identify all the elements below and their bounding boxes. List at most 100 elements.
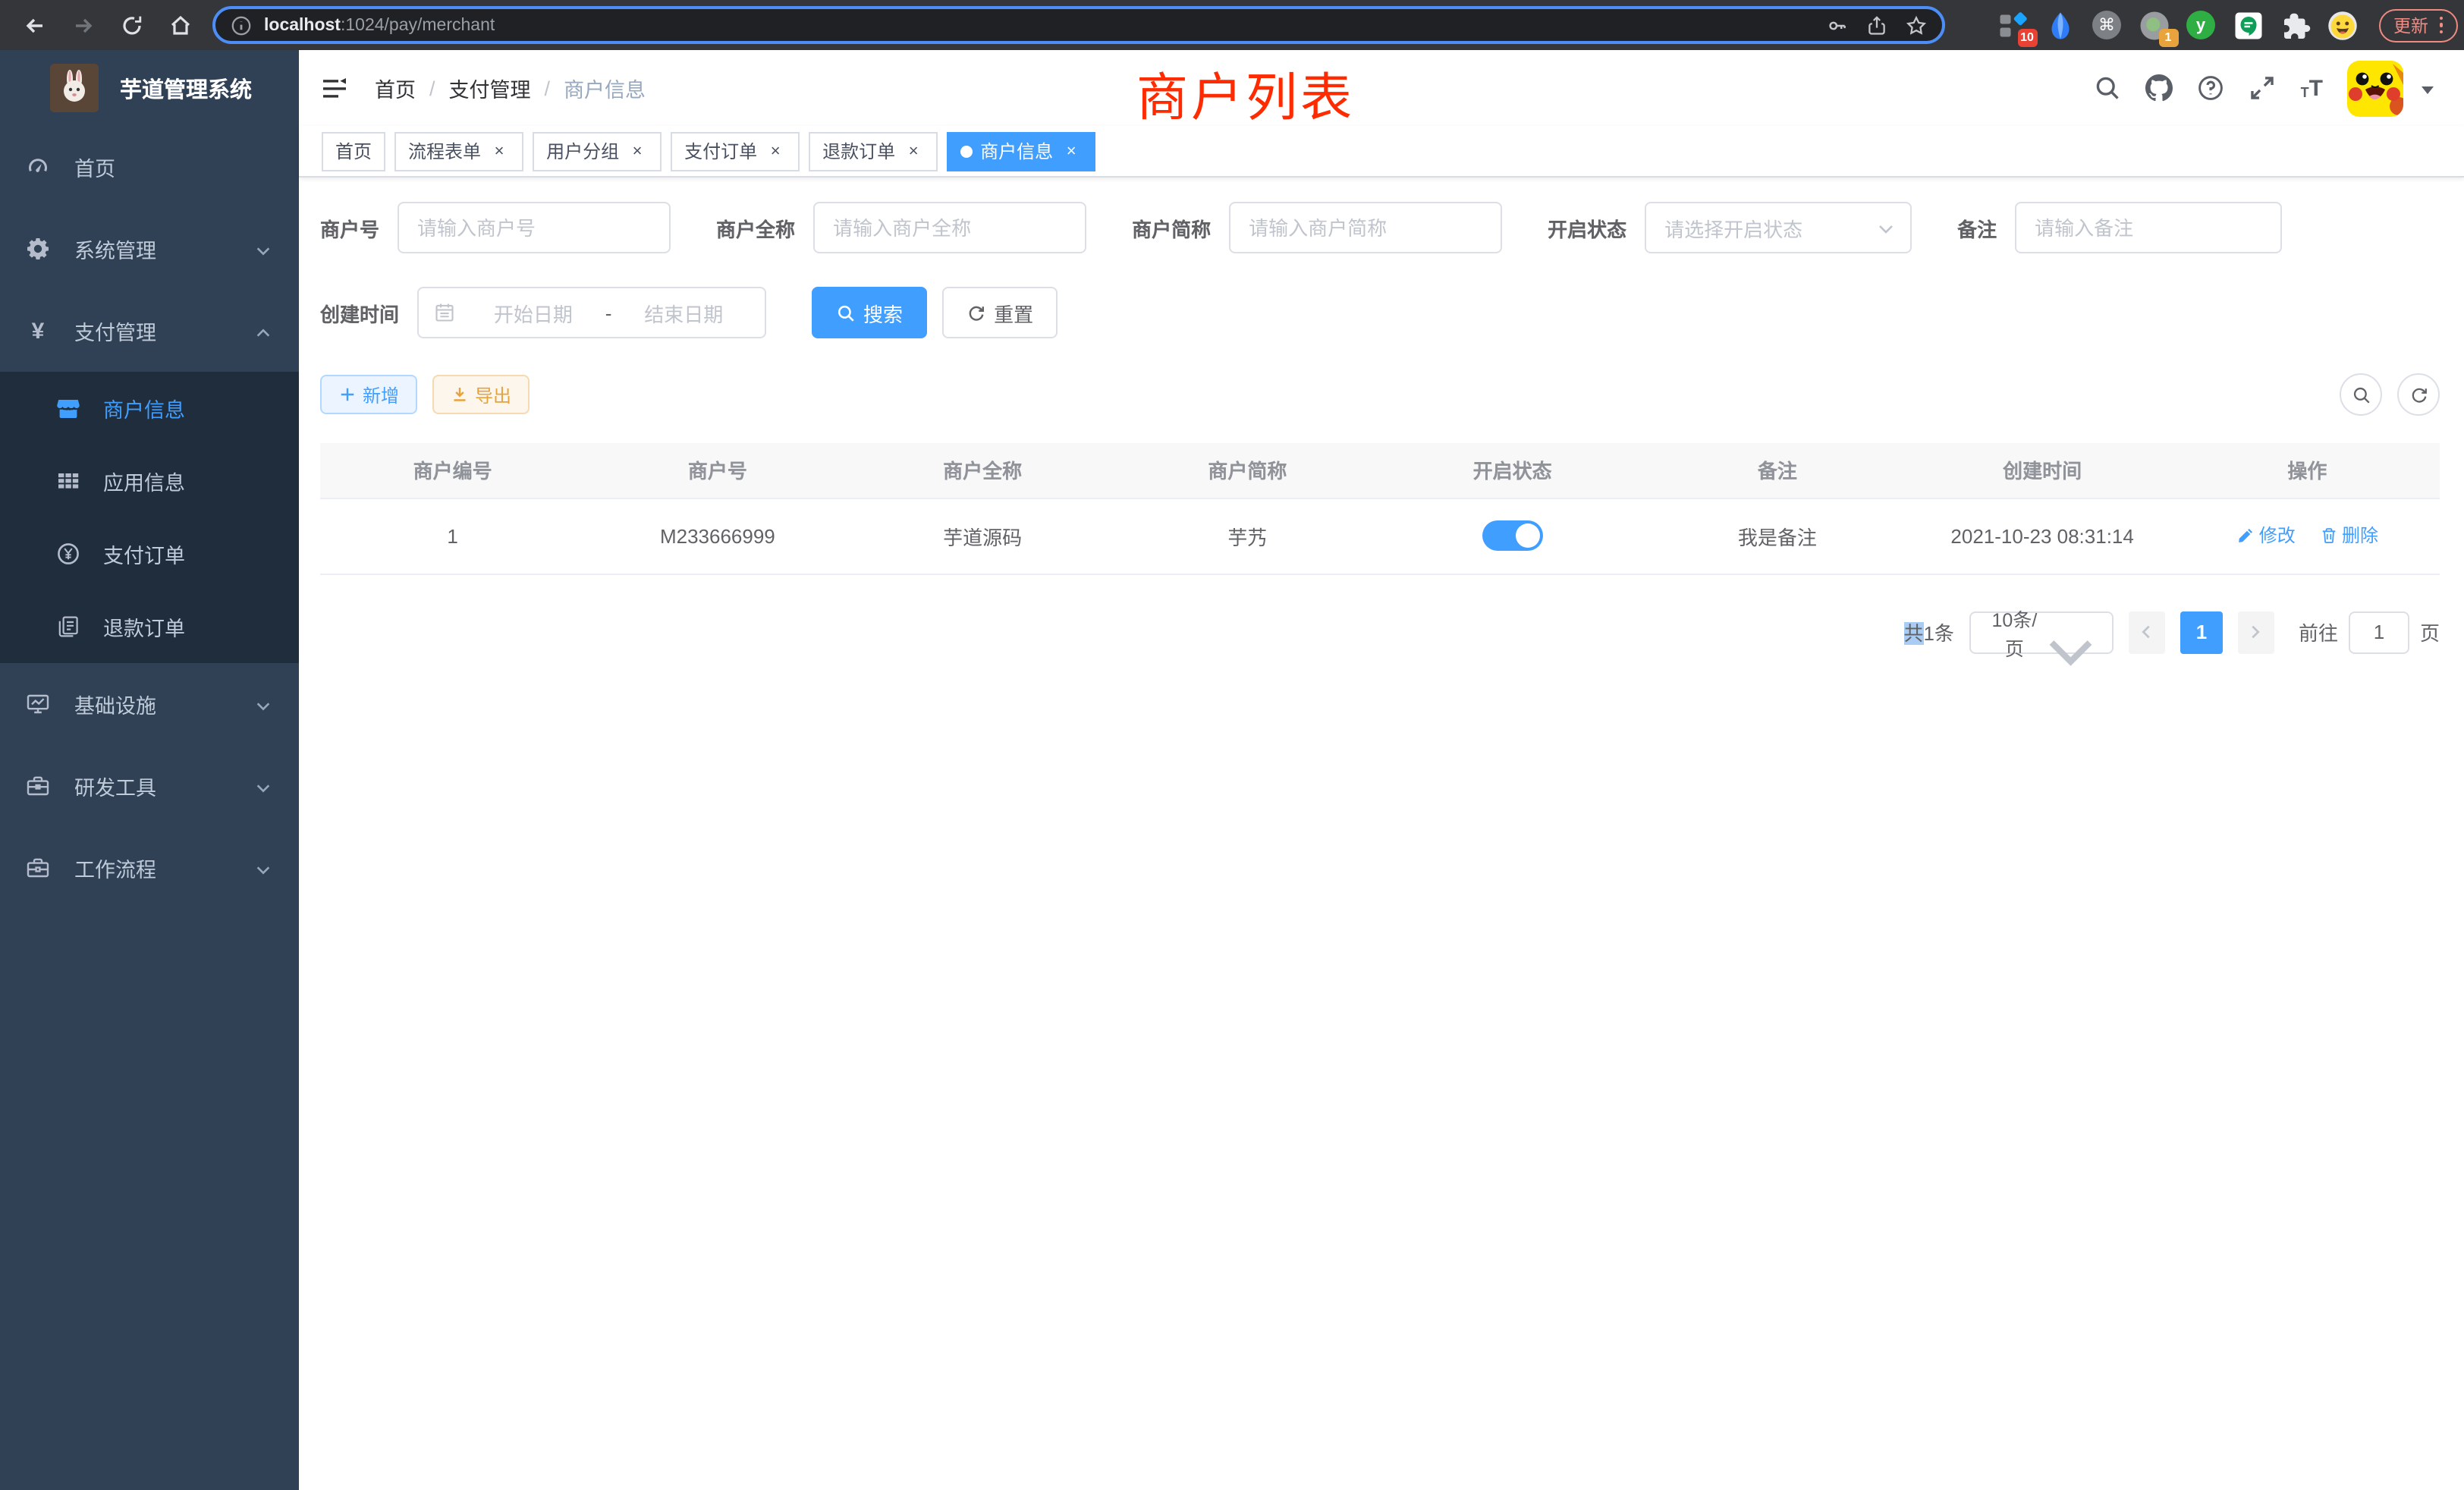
merchant-table: 商户编号 商户号 商户全称 商户简称 开启状态 备注 创建时间 操作 1 xyxy=(320,443,2440,574)
browser-toolbar: localhost:1024/pay/merchant 10 ⌘ 1 xyxy=(0,0,2464,50)
tab-close-icon[interactable]: × xyxy=(765,140,786,162)
extension-icons: 10 ⌘ 1 y 更新 xyxy=(1997,0,2458,50)
sidebar-item-app-info[interactable]: 应用信息 xyxy=(0,445,299,517)
sidebar-item-label: 工作流程 xyxy=(74,853,156,883)
browser-menu-icon[interactable] xyxy=(2439,17,2443,34)
browser-forward-icon[interactable] xyxy=(61,5,106,45)
chevron-down-icon xyxy=(255,696,272,712)
page-size-select[interactable]: 10条/页 xyxy=(1969,611,2114,653)
user-avatar[interactable] xyxy=(2347,60,2403,116)
tab-close-icon[interactable]: × xyxy=(627,140,648,162)
bookmark-star-icon[interactable] xyxy=(1906,14,1927,36)
sidebar-item-workflow[interactable]: 工作流程 xyxy=(0,827,299,909)
edit-link[interactable]: 修改 xyxy=(2236,523,2296,549)
sidebar-item-home[interactable]: 首页 xyxy=(0,126,299,208)
avatar-caret-icon[interactable] xyxy=(2418,79,2437,97)
pencil-icon xyxy=(2236,527,2255,545)
goto-page-input[interactable] xyxy=(2349,611,2409,653)
merchant-no-label: 商户号 xyxy=(320,213,398,242)
chevron-down-icon xyxy=(255,240,272,257)
breadcrumb-payment[interactable]: 支付管理 xyxy=(449,73,531,103)
address-bar[interactable]: localhost:1024/pay/merchant xyxy=(212,6,1945,44)
page-number-1[interactable]: 1 xyxy=(2180,611,2223,653)
tags-view-bar: 首页 流程表单 × 用户分组× 支付订单 × 退款订单× 商户信息× xyxy=(299,126,2464,178)
sidebar-item-infra[interactable]: 基础设施 xyxy=(0,663,299,745)
tab-process-form[interactable]: 流程表单 × xyxy=(394,131,523,171)
share-icon[interactable] xyxy=(1866,14,1887,36)
sidebar-item-merchant-info[interactable]: 商户信息 xyxy=(0,372,299,445)
yen-circle-icon xyxy=(56,542,80,566)
browser-update-button[interactable]: 更新 xyxy=(2378,8,2458,42)
font-size-icon[interactable]: TT xyxy=(2301,77,2323,99)
tab-pay-order[interactable]: 支付订单 × xyxy=(671,131,800,171)
url-text: localhost:1024/pay/merchant xyxy=(264,16,1827,34)
extension-kite-icon[interactable] xyxy=(2044,10,2075,40)
create-time-range-picker[interactable]: 开始日期 - 结束日期 xyxy=(417,287,766,338)
tab-close-icon[interactable]: × xyxy=(1061,140,1082,162)
yen-icon: ¥ xyxy=(26,319,50,343)
remark-input[interactable] xyxy=(2015,202,2282,253)
extensions-puzzle-icon[interactable] xyxy=(2280,10,2310,40)
sidebar-item-payment[interactable]: ¥ 支付管理 xyxy=(0,290,299,372)
profile-emoji-icon[interactable] xyxy=(2327,10,2357,40)
merchant-no-input[interactable] xyxy=(398,202,671,253)
browser-back-icon[interactable] xyxy=(12,5,58,45)
tab-refund-order[interactable]: 退款订单× xyxy=(809,131,938,171)
status-toggle-on[interactable] xyxy=(1482,520,1543,551)
cell-short-name: 芋艿 xyxy=(1115,498,1380,574)
full-name-input[interactable] xyxy=(813,202,1086,253)
github-icon[interactable] xyxy=(2146,74,2173,102)
page-suffix-label: 页 xyxy=(2420,618,2440,646)
goto-label: 前往 xyxy=(2299,618,2338,646)
browser-home-icon[interactable] xyxy=(158,5,203,45)
sidebar-item-label: 系统管理 xyxy=(74,234,156,264)
reset-button[interactable]: 重置 xyxy=(942,287,1058,338)
sidebar-item-refund-order[interactable]: 退款订单 xyxy=(0,590,299,663)
date-start-placeholder: 开始日期 xyxy=(467,298,599,327)
tab-user-group[interactable]: 用户分组× xyxy=(533,131,662,171)
next-page-button[interactable] xyxy=(2238,611,2274,653)
sidebar-logo-row[interactable]: 芋道管理系统 xyxy=(0,50,299,126)
password-key-icon[interactable] xyxy=(1827,14,1848,36)
tab-label: 流程表单 xyxy=(408,138,481,164)
short-name-input[interactable] xyxy=(1229,202,1502,253)
refresh-icon xyxy=(2409,385,2428,404)
fullscreen-icon[interactable] xyxy=(2249,74,2277,102)
create-time-label: 创建时间 xyxy=(320,298,417,327)
tab-close-icon[interactable]: × xyxy=(903,140,924,162)
extension-command-icon[interactable]: ⌘ xyxy=(2092,10,2122,40)
search-icon xyxy=(2351,385,2371,404)
add-button[interactable]: 新增 xyxy=(320,375,417,414)
search-button[interactable]: 搜索 xyxy=(812,287,927,338)
status-label: 开启状态 xyxy=(1548,213,1645,242)
sidebar-item-pay-order[interactable]: 支付订单 xyxy=(0,517,299,590)
extension-y-icon[interactable]: y xyxy=(2186,10,2216,40)
help-icon[interactable] xyxy=(2198,74,2225,102)
header-search-icon[interactable] xyxy=(2095,74,2122,102)
status-select[interactable]: 请选择开启状态 xyxy=(1645,202,1912,253)
tab-label: 支付订单 xyxy=(684,138,757,164)
tab-home[interactable]: 首页 xyxy=(322,131,385,171)
cell-merchant-no: M233666999 xyxy=(585,498,850,574)
refresh-table-button[interactable] xyxy=(2397,373,2440,416)
tab-merchant-info-active[interactable]: 商户信息× xyxy=(947,131,1095,171)
delete-link[interactable]: 删除 xyxy=(2319,523,2378,549)
breadcrumb-separator: / xyxy=(429,77,435,99)
extension-blocks-icon[interactable]: 10 xyxy=(1997,10,2028,40)
export-button[interactable]: 导出 xyxy=(432,375,530,414)
sidebar-item-system[interactable]: 系统管理 xyxy=(0,208,299,290)
store-icon xyxy=(56,396,80,420)
extension-chat-icon[interactable] xyxy=(2233,10,2263,40)
plus-icon xyxy=(338,385,357,404)
sidebar-item-dev-tools[interactable]: 研发工具 xyxy=(0,745,299,827)
tab-close-icon[interactable]: × xyxy=(489,140,510,162)
show-search-toggle-button[interactable] xyxy=(2340,373,2382,416)
cell-remark: 我是备注 xyxy=(1645,498,1909,574)
prev-page-button[interactable] xyxy=(2129,611,2165,653)
breadcrumb-home[interactable]: 首页 xyxy=(375,73,416,103)
sidebar-fold-icon[interactable] xyxy=(322,76,347,102)
sidebar-item-label: 首页 xyxy=(74,152,115,182)
site-info-icon[interactable] xyxy=(231,14,252,36)
browser-reload-icon[interactable] xyxy=(109,5,155,45)
extension-recorder-icon[interactable]: 1 xyxy=(2139,10,2169,40)
